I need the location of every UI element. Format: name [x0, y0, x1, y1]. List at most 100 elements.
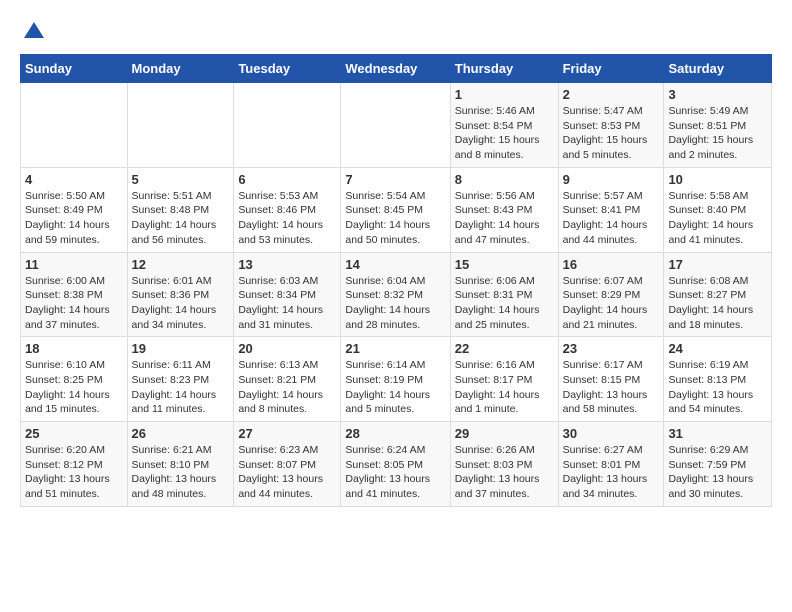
day-info: Sunrise: 5:50 AM Sunset: 8:49 PM Dayligh… [25, 190, 110, 246]
day-info: Sunrise: 6:03 AM Sunset: 8:34 PM Dayligh… [238, 275, 323, 331]
day-number: 14 [345, 257, 445, 272]
day-number: 11 [25, 257, 123, 272]
day-of-week-header: Saturday [664, 55, 772, 83]
day-number: 2 [563, 87, 660, 102]
day-info: Sunrise: 6:14 AM Sunset: 8:19 PM Dayligh… [345, 359, 430, 415]
day-info: Sunrise: 6:13 AM Sunset: 8:21 PM Dayligh… [238, 359, 323, 415]
day-number: 8 [455, 172, 554, 187]
day-info: Sunrise: 6:24 AM Sunset: 8:05 PM Dayligh… [345, 444, 430, 500]
day-number: 22 [455, 341, 554, 356]
day-info: Sunrise: 5:49 AM Sunset: 8:51 PM Dayligh… [668, 105, 753, 161]
calendar-cell: 23 Sunrise: 6:17 AM Sunset: 8:15 PM Dayli… [558, 337, 664, 422]
day-info: Sunrise: 6:00 AM Sunset: 8:38 PM Dayligh… [25, 275, 110, 331]
calendar-cell: 21Sunrise: 6:14 AM Sunset: 8:19 PM Dayli… [341, 337, 450, 422]
day-number: 23 [563, 341, 660, 356]
day-number: 18 [25, 341, 123, 356]
day-info: Sunrise: 6:29 AM Sunset: 7:59 PM Dayligh… [668, 444, 753, 500]
day-info: Sunrise: 6:17 AM Sunset: 8:15 PM Dayligh… [563, 359, 648, 415]
calendar-cell [341, 83, 450, 168]
day-of-week-header: Tuesday [234, 55, 341, 83]
day-number: 27 [238, 426, 336, 441]
day-info: Sunrise: 5:57 AM Sunset: 8:41 PM Dayligh… [563, 190, 648, 246]
day-info: Sunrise: 5:58 AM Sunset: 8:40 PM Dayligh… [668, 190, 753, 246]
day-info: Sunrise: 6:16 AM Sunset: 8:17 PM Dayligh… [455, 359, 540, 415]
calendar-cell: 20 Sunrise: 6:13 AM Sunset: 8:21 PM Dayli… [234, 337, 341, 422]
day-number: 29 [455, 426, 554, 441]
calendar-cell: 13 Sunrise: 6:03 AM Sunset: 8:34 PM Dayli… [234, 252, 341, 337]
day-of-week-header: Sunday [21, 55, 128, 83]
day-info: Sunrise: 5:46 AM Sunset: 8:54 PM Dayligh… [455, 105, 540, 161]
day-info: Sunrise: 6:11 AM Sunset: 8:23 PM Dayligh… [132, 359, 217, 415]
day-info: Sunrise: 6:10 AM Sunset: 8:25 PM Dayligh… [25, 359, 110, 415]
day-info: Sunrise: 6:23 AM Sunset: 8:07 PM Dayligh… [238, 444, 323, 500]
logo [20, 20, 46, 44]
calendar-cell: 22 Sunrise: 6:16 AM Sunset: 8:17 PM Dayli… [450, 337, 558, 422]
calendar-header-row: SundayMondayTuesdayWednesdayThursdayFrid… [21, 55, 772, 83]
calendar-cell: 11 Sunrise: 6:00 AM Sunset: 8:38 PM Dayli… [21, 252, 128, 337]
day-info: Sunrise: 6:26 AM Sunset: 8:03 PM Dayligh… [455, 444, 540, 500]
calendar-cell: 3 Sunrise: 5:49 AM Sunset: 8:51 PM Daylig… [664, 83, 772, 168]
calendar-cell: 4 Sunrise: 5:50 AM Sunset: 8:49 PM Daylig… [21, 167, 128, 252]
day-number: 10 [668, 172, 767, 187]
calendar-cell: 18 Sunrise: 6:10 AM Sunset: 8:25 PM Dayli… [21, 337, 128, 422]
calendar-cell [21, 83, 128, 168]
calendar-cell: 9 Sunrise: 5:57 AM Sunset: 8:41 PM Daylig… [558, 167, 664, 252]
calendar-cell: 5 Sunrise: 5:51 AM Sunset: 8:48 PM Daylig… [127, 167, 234, 252]
day-info: Sunrise: 5:53 AM Sunset: 8:46 PM Dayligh… [238, 190, 323, 246]
calendar-week-row: 25Sunrise: 6:20 AM Sunset: 8:12 PM Dayli… [21, 422, 772, 507]
day-number: 12 [132, 257, 230, 272]
day-number: 31 [668, 426, 767, 441]
calendar-cell: 25Sunrise: 6:20 AM Sunset: 8:12 PM Dayli… [21, 422, 128, 507]
calendar-cell: 15 Sunrise: 6:06 AM Sunset: 8:31 PM Dayli… [450, 252, 558, 337]
calendar-week-row: 18 Sunrise: 6:10 AM Sunset: 8:25 PM Dayli… [21, 337, 772, 422]
calendar-cell: 31 Sunrise: 6:29 AM Sunset: 7:59 PM Dayli… [664, 422, 772, 507]
day-number: 5 [132, 172, 230, 187]
day-of-week-header: Thursday [450, 55, 558, 83]
day-number: 30 [563, 426, 660, 441]
day-info: Sunrise: 6:19 AM Sunset: 8:13 PM Dayligh… [668, 359, 753, 415]
day-number: 16 [563, 257, 660, 272]
calendar-cell: 29 Sunrise: 6:26 AM Sunset: 8:03 PM Dayli… [450, 422, 558, 507]
calendar-cell [234, 83, 341, 168]
calendar-table: SundayMondayTuesdayWednesdayThursdayFrid… [20, 54, 772, 507]
calendar-cell: 28 Sunrise: 6:24 AM Sunset: 8:05 PM Dayli… [341, 422, 450, 507]
calendar-week-row: 11 Sunrise: 6:00 AM Sunset: 8:38 PM Dayli… [21, 252, 772, 337]
day-info: Sunrise: 6:04 AM Sunset: 8:32 PM Dayligh… [345, 275, 430, 331]
day-number: 9 [563, 172, 660, 187]
day-info: Sunrise: 6:06 AM Sunset: 8:31 PM Dayligh… [455, 275, 540, 331]
day-info: Sunrise: 6:27 AM Sunset: 8:01 PM Dayligh… [563, 444, 648, 500]
day-number: 20 [238, 341, 336, 356]
calendar-cell: 26 Sunrise: 6:21 AM Sunset: 8:10 PM Dayli… [127, 422, 234, 507]
day-number: 15 [455, 257, 554, 272]
day-of-week-header: Wednesday [341, 55, 450, 83]
day-number: 7 [345, 172, 445, 187]
day-info: Sunrise: 6:07 AM Sunset: 8:29 PM Dayligh… [563, 275, 648, 331]
day-info: Sunrise: 6:01 AM Sunset: 8:36 PM Dayligh… [132, 275, 217, 331]
day-number: 1 [455, 87, 554, 102]
day-info: Sunrise: 6:08 AM Sunset: 8:27 PM Dayligh… [668, 275, 753, 331]
day-info: Sunrise: 6:21 AM Sunset: 8:10 PM Dayligh… [132, 444, 217, 500]
day-number: 28 [345, 426, 445, 441]
day-number: 26 [132, 426, 230, 441]
day-info: Sunrise: 5:47 AM Sunset: 8:53 PM Dayligh… [563, 105, 648, 161]
calendar-cell: 2 Sunrise: 5:47 AM Sunset: 8:53 PM Daylig… [558, 83, 664, 168]
day-of-week-header: Monday [127, 55, 234, 83]
day-info: Sunrise: 5:51 AM Sunset: 8:48 PM Dayligh… [132, 190, 217, 246]
page-header [20, 20, 772, 44]
day-number: 4 [25, 172, 123, 187]
calendar-week-row: 4 Sunrise: 5:50 AM Sunset: 8:49 PM Daylig… [21, 167, 772, 252]
calendar-cell: 30 Sunrise: 6:27 AM Sunset: 8:01 PM Dayli… [558, 422, 664, 507]
day-number: 13 [238, 257, 336, 272]
calendar-cell [127, 83, 234, 168]
calendar-cell: 16 Sunrise: 6:07 AM Sunset: 8:29 PM Dayli… [558, 252, 664, 337]
day-number: 17 [668, 257, 767, 272]
calendar-cell: 17 Sunrise: 6:08 AM Sunset: 8:27 PM Dayli… [664, 252, 772, 337]
day-number: 3 [668, 87, 767, 102]
calendar-cell: 14 Sunrise: 6:04 AM Sunset: 8:32 PM Dayli… [341, 252, 450, 337]
calendar-cell: 24 Sunrise: 6:19 AM Sunset: 8:13 PM Dayli… [664, 337, 772, 422]
day-info: Sunrise: 6:20 AM Sunset: 8:12 PM Dayligh… [25, 444, 110, 500]
calendar-cell: 10 Sunrise: 5:58 AM Sunset: 8:40 PM Dayli… [664, 167, 772, 252]
day-number: 24 [668, 341, 767, 356]
day-number: 19 [132, 341, 230, 356]
calendar-cell: 19 Sunrise: 6:11 AM Sunset: 8:23 PM Dayli… [127, 337, 234, 422]
